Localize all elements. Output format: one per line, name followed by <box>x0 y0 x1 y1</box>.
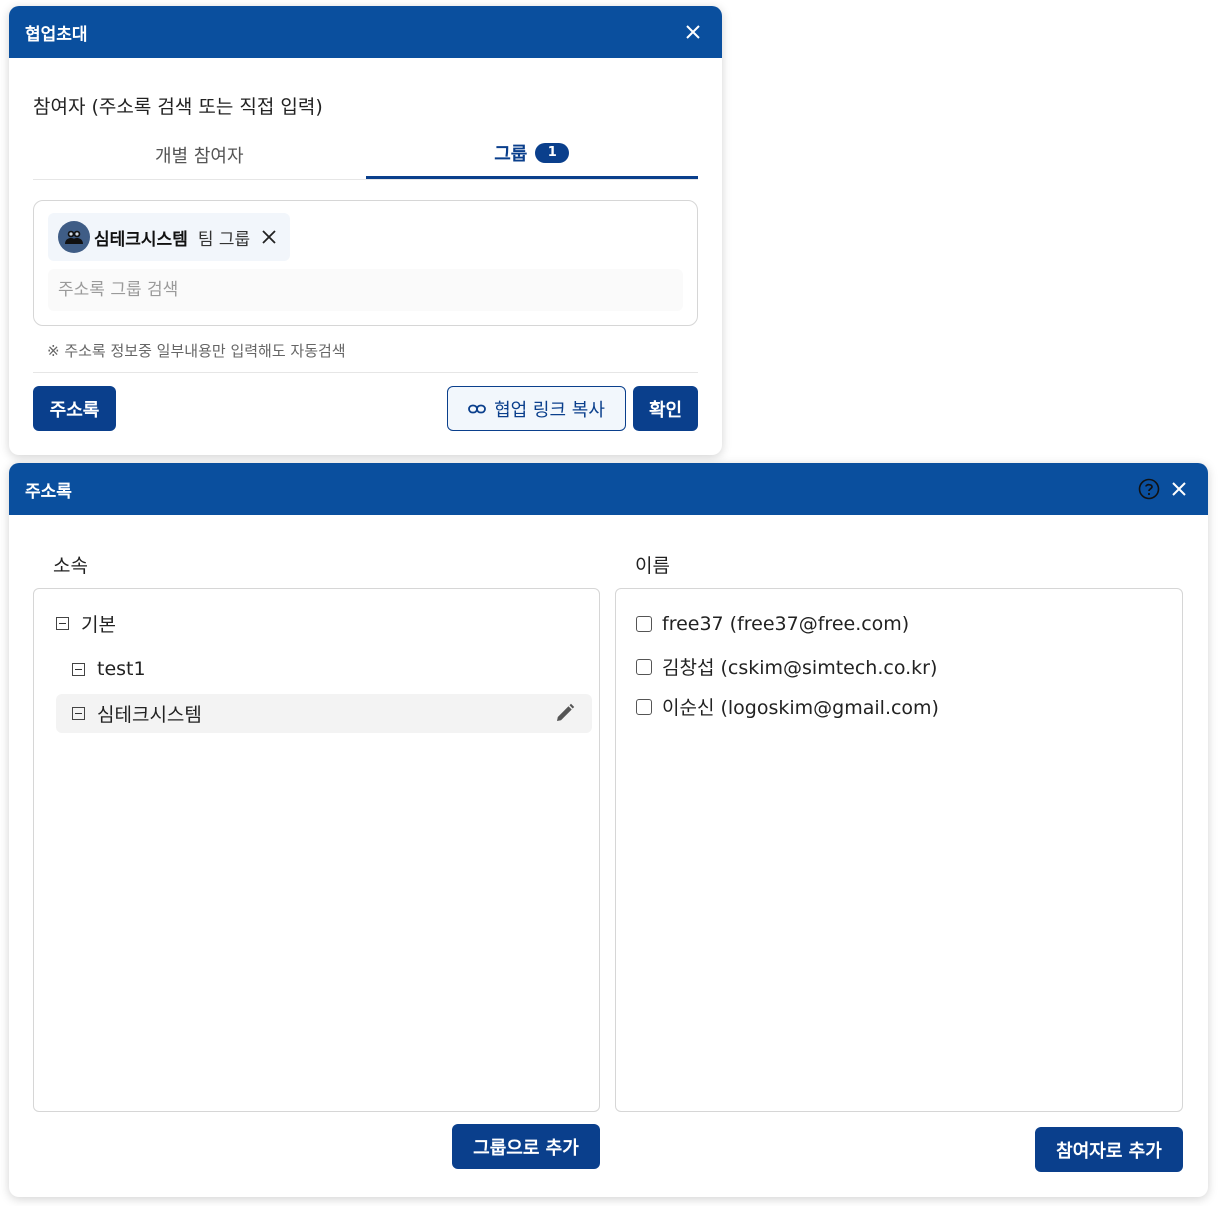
group-chip-name: 심테크시스템 <box>94 229 188 250</box>
participants-label: 참여자 (주소록 검색 또는 직접 입력) <box>33 96 323 118</box>
link-icon <box>468 403 486 415</box>
group-count-badge: 1 <box>535 143 570 163</box>
help-icon[interactable] <box>1136 476 1162 502</box>
tab-group-label: 그룹 <box>494 144 528 165</box>
tree-item-label: 기본 <box>81 613 116 636</box>
contact-item[interactable]: free37 (free37@free.com) <box>636 613 909 635</box>
tab-group[interactable]: 그룹 1 <box>365 130 698 179</box>
search-hint: ※ 주소록 정보중 일부내용만 입력해도 자동검색 <box>47 342 346 360</box>
group-chip: 심테크시스템 팀 그룹 <box>48 213 291 261</box>
tree-item-basic[interactable]: 기본 <box>56 611 116 636</box>
participant-tabs: 개별 참여자 그룹 1 <box>33 130 698 180</box>
contact-label: 이순신 (logoskim@gmail.com) <box>662 697 939 719</box>
contact-checkbox[interactable] <box>636 698 652 715</box>
divider <box>33 372 698 373</box>
confirm-button[interactable]: 확인 <box>633 386 698 431</box>
collapse-icon[interactable] <box>72 707 85 720</box>
contact-checkbox[interactable] <box>636 616 652 632</box>
collapse-icon[interactable] <box>72 662 85 676</box>
group-chip-type: 팀 그룹 <box>197 229 251 250</box>
invite-dialog-header: 협업초대 <box>9 6 722 58</box>
pencil-icon[interactable] <box>554 702 576 724</box>
tab-individual[interactable]: 개별 참여자 <box>33 130 366 179</box>
copy-link-button[interactable]: 협업 링크 복사 <box>447 386 626 431</box>
tree-item-label: 심테크시스템 <box>97 704 202 726</box>
contact-item[interactable]: 김창섭 (cskim@simtech.co.kr) <box>636 653 937 680</box>
addressbook-dialog-header: 주소록 <box>9 463 1208 515</box>
contact-item[interactable]: 이순신 (logoskim@gmail.com) <box>636 693 939 720</box>
tree-item-test1[interactable]: test1 <box>72 657 146 681</box>
invite-dialog: 협업초대 참여자 (주소록 검색 또는 직접 입력) 개별 참여자 그룹 1 심… <box>9 6 722 455</box>
tab-individual-label: 개별 참여자 <box>154 145 244 167</box>
invite-dialog-title: 협업초대 <box>25 24 88 45</box>
tree-item-label: test1 <box>97 658 146 680</box>
affiliation-label: 소속 <box>53 555 88 577</box>
affiliation-tree: 기본 test1 심테크시스템 <box>33 588 600 1112</box>
contact-label: free37 (free37@free.com) <box>662 613 910 635</box>
addressbook-dialog: 주소록 소속 이름 기본 test1 심테크시스템 free37 (free37… <box>9 463 1208 1197</box>
close-icon[interactable] <box>1166 476 1192 502</box>
copy-link-label: 협업 링크 복사 <box>494 399 605 421</box>
group-avatar-icon <box>58 221 90 253</box>
group-input-box: 심테크시스템 팀 그룹 <box>33 200 698 326</box>
close-icon[interactable] <box>680 19 706 45</box>
add-as-group-button[interactable]: 그룹으로 추가 <box>452 1124 600 1169</box>
group-search-input[interactable] <box>48 269 683 311</box>
contact-checkbox[interactable] <box>636 658 652 675</box>
name-label: 이름 <box>635 555 670 577</box>
tree-item-simtech[interactable]: 심테크시스템 <box>56 694 592 733</box>
addressbook-button[interactable]: 주소록 <box>33 386 116 431</box>
add-as-participant-button[interactable]: 참여자로 추가 <box>1035 1127 1183 1172</box>
contact-list: free37 (free37@free.com) 김창섭 (cskim@simt… <box>615 588 1183 1112</box>
remove-chip-icon[interactable] <box>260 228 278 246</box>
collapse-icon[interactable] <box>56 616 69 630</box>
contact-label: 김창섭 (cskim@simtech.co.kr) <box>662 657 938 679</box>
addressbook-dialog-title: 주소록 <box>25 481 72 502</box>
